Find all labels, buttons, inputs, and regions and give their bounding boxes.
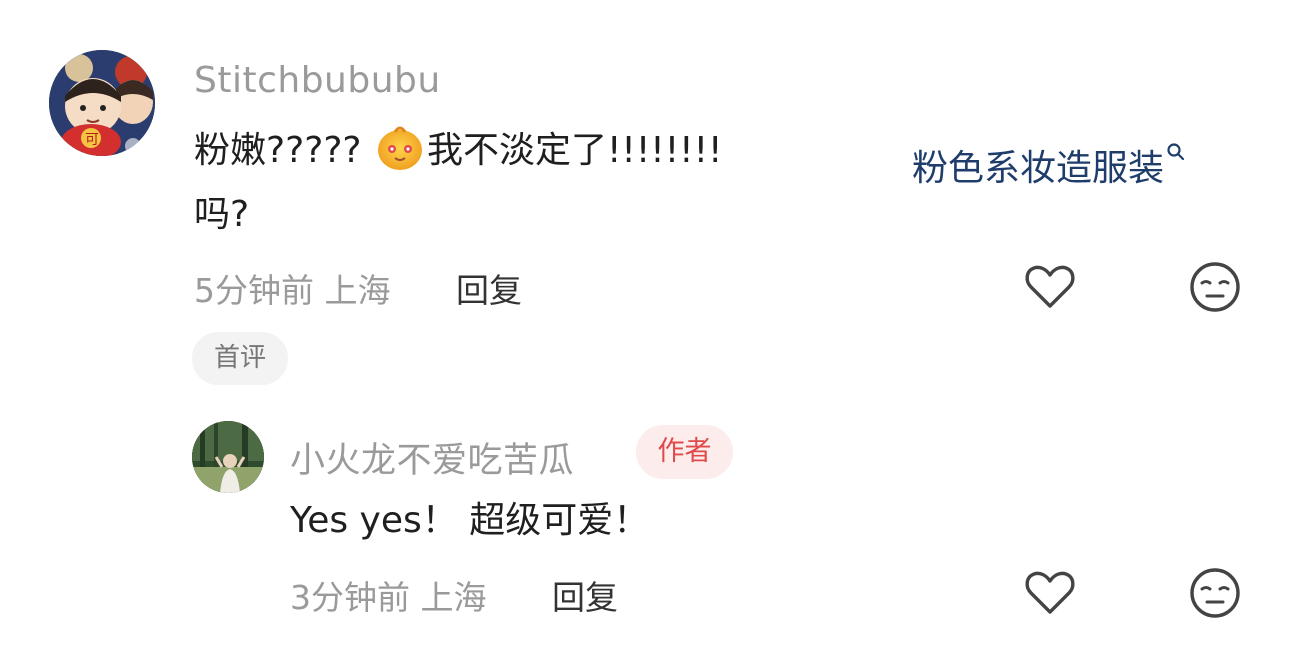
comment-time: 5分钟前: [194, 271, 314, 310]
avatar-illustration: 可: [49, 50, 155, 156]
reply-meta: 3分钟前 上海: [290, 571, 487, 619]
author-badge: 作者: [636, 425, 733, 479]
reply-avatar[interactable]: [192, 421, 264, 493]
topic-link[interactable]: 粉色系妆造服装: [912, 120, 1186, 200]
comment-text-line1: 粉嫩????? 我不淡定了!!!!!!!!: [194, 120, 722, 182]
avatar-photo: [192, 421, 264, 493]
reply-button[interactable]: 回复: [456, 264, 522, 312]
heart-outline-icon[interactable]: [1022, 565, 1078, 621]
heart-outline-icon[interactable]: [1022, 259, 1078, 315]
comment-location: 上海: [324, 271, 391, 310]
search-icon: [1166, 120, 1186, 161]
meh-face-icon[interactable]: [1187, 565, 1243, 621]
comment-meta: 5分钟前 上海: [194, 264, 391, 312]
reply-location: 上海: [420, 578, 487, 617]
reply-reply-button[interactable]: 回复: [552, 571, 618, 619]
svg-text:可: 可: [85, 132, 99, 148]
reply-text: Yes yes！ 超级可爱！: [290, 500, 650, 541]
comment-text-part2: 我不淡定了!!!!!!!!: [427, 130, 723, 171]
comment-text-part1: 粉嫩?????: [194, 130, 362, 171]
meh-face-icon[interactable]: [1187, 259, 1243, 315]
avatar[interactable]: 可: [49, 50, 155, 156]
reply-username[interactable]: 小火龙不爱吃苦瓜: [290, 432, 574, 483]
comment-username[interactable]: Stitchbububu: [194, 60, 441, 101]
first-comment-badge: 首评: [192, 332, 288, 385]
reply-time: 3分钟前: [290, 578, 410, 617]
comment-text-line2: 吗?: [194, 194, 250, 235]
topic-link-label[interactable]: 粉色系妆造服装: [912, 148, 1164, 189]
smiling-face-emoji-icon: [375, 122, 425, 172]
